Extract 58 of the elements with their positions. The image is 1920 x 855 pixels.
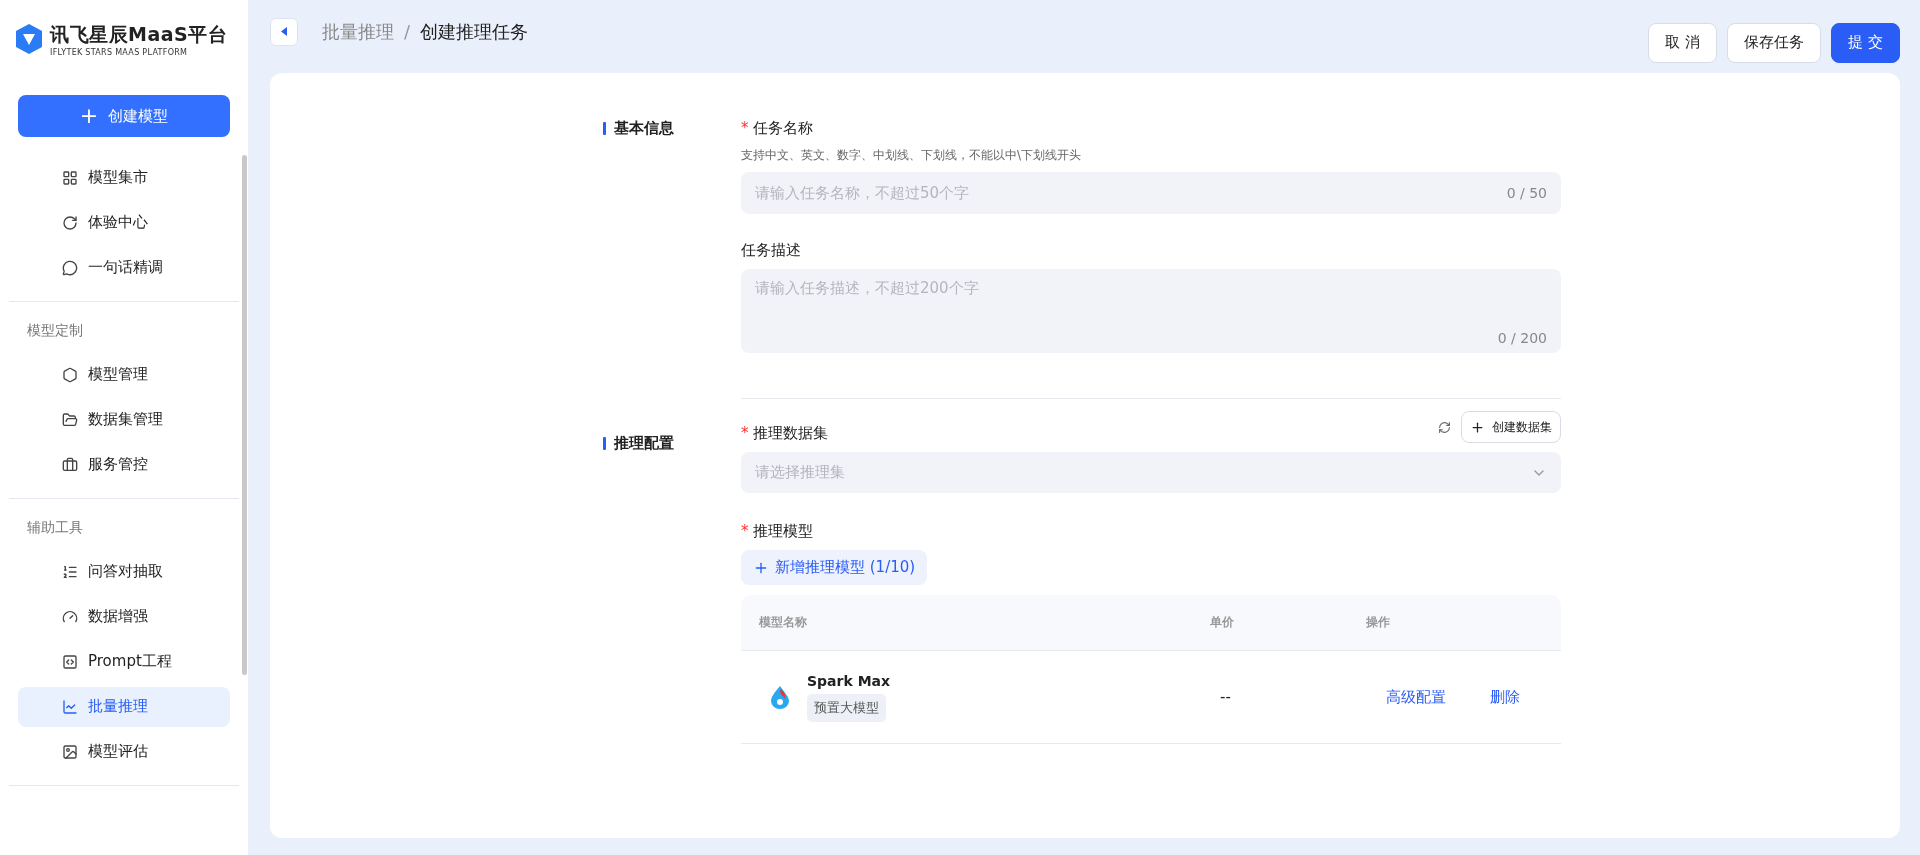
- nav-icon: [62, 456, 78, 473]
- scrollbar[interactable]: [242, 155, 247, 675]
- field-hint: 支持中文、英文、数字、中划线、下划线，不能以中\下划线开头: [741, 147, 1083, 164]
- nav-icon: [62, 259, 78, 276]
- section-title: 基本信息: [614, 118, 674, 138]
- nav-icon: [62, 411, 78, 428]
- header-button[interactable]: 保存任务: [1727, 22, 1822, 63]
- nav-icon: [62, 653, 78, 670]
- char-counter: 0 / 200: [1497, 330, 1547, 346]
- nav-item[interactable]: 问答对抽取: [18, 551, 230, 592]
- field-label: * 任务名称: [741, 118, 814, 138]
- back-button[interactable]: [270, 17, 298, 46]
- price-cell-text: --: [1220, 688, 1232, 706]
- nav-item[interactable]: 一句话精调: [18, 247, 230, 288]
- action-link[interactable]: 高级配置: [1386, 687, 1446, 707]
- nav-item[interactable]: 体验中心: [18, 202, 230, 243]
- nav-item[interactable]: Prompt工程: [18, 641, 230, 682]
- char-counter: 0 / 50: [1506, 185, 1547, 201]
- nav-icon: [62, 214, 78, 231]
- submit-button[interactable]: 提 交: [1831, 22, 1900, 63]
- action-link[interactable]: 删除: [1490, 687, 1520, 707]
- nav-item[interactable]: 模型集市: [18, 157, 230, 198]
- breadcrumb-separator: /: [404, 21, 411, 42]
- logo-title: 讯飞星辰MaaS平台: [50, 21, 228, 47]
- column-header: 模型名称: [759, 614, 808, 631]
- logo-subtitle: IFLYTEK STARS MAAS PLATFORM: [50, 47, 189, 57]
- column-header: 操作: [1366, 614, 1391, 631]
- breadcrumb-item: 创建推理任务: [420, 19, 529, 44]
- field-label: * 推理模型: [741, 521, 814, 541]
- nav-item[interactable]: 数据集管理: [18, 399, 230, 440]
- plus-icon: [1470, 419, 1485, 435]
- nav-item[interactable]: 服务管控: [18, 444, 230, 485]
- field-label: * 推理数据集: [741, 423, 828, 443]
- column-header: 单价: [1210, 614, 1235, 631]
- nav-item[interactable]: 批量推理: [18, 686, 230, 727]
- nav-icon: [62, 743, 78, 760]
- nav-item[interactable]: 模型评估: [18, 731, 230, 772]
- nav-heading: 模型定制: [26, 321, 84, 340]
- logo-icon: [14, 23, 44, 55]
- header-button[interactable]: 取 消: [1648, 22, 1718, 63]
- flame-logo-icon: [769, 685, 791, 709]
- nav-icon: [62, 608, 78, 625]
- back-icon: [281, 27, 287, 36]
- model-name: Spark Max: [807, 672, 891, 689]
- create-model-button[interactable]: + 创建模型: [18, 95, 230, 137]
- nav-icon: [62, 366, 78, 383]
- nav-icon: [62, 698, 78, 715]
- model-tag: 预置大模型: [807, 693, 886, 722]
- section-title: 推理配置: [614, 433, 674, 453]
- field-label: 任务描述: [741, 240, 802, 260]
- add-model-button[interactable]: 新增推理模型 (1/10): [741, 550, 928, 585]
- nav-item[interactable]: 模型管理: [18, 354, 230, 395]
- nav-icon: [62, 169, 78, 186]
- refresh-icon[interactable]: [1438, 420, 1451, 434]
- create-dataset-button[interactable]: 创建数据集: [1461, 411, 1561, 443]
- nav-icon: [62, 563, 78, 580]
- nav-heading: 辅助工具: [26, 518, 84, 537]
- nav-item[interactable]: 数据增强: [18, 596, 230, 637]
